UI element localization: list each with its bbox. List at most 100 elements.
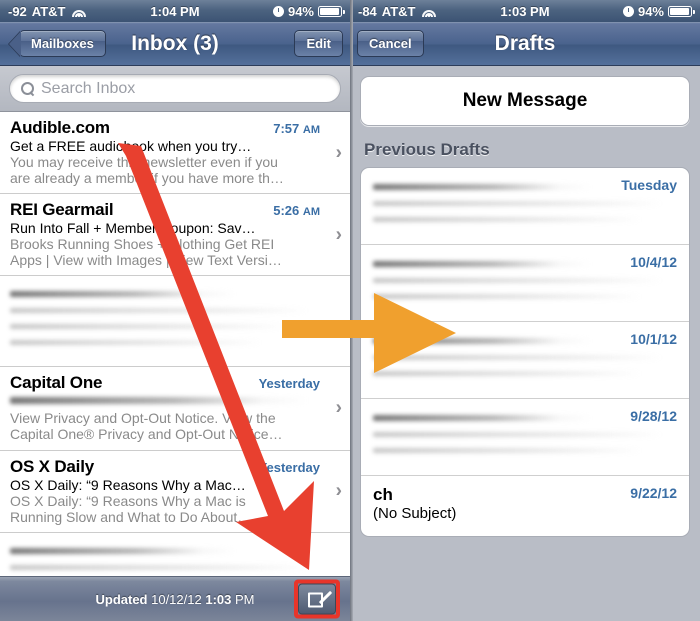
compose-button-highlight [294,579,340,619]
carrier-label: AT&T [31,3,66,19]
updated-time: 1:03 [205,591,232,607]
draft-date: 9/22/12 [630,485,677,501]
redacted-line [10,291,237,298]
clock-icon [622,5,634,17]
draft-subject: (No Subject) [373,505,457,522]
inbox-message-list[interactable]: Audible.com 7:57 AM Get a FREE audiobook… [0,112,350,611]
redacted-line [373,278,662,283]
redacted-line [373,338,592,344]
list-item[interactable]: 10/4/12 [361,245,689,322]
redacted-line [10,564,309,570]
message-subject: OS X Daily: “9 Reasons Why a Mac… [10,476,246,493]
message-ampm: AM [302,206,320,219]
redacted-line [373,448,641,453]
list-item[interactable]: 10/1/12 [361,322,689,399]
list-item[interactable]: Tuesday [361,168,689,245]
list-item[interactable]: Audible.com 7:57 AM Get a FREE audiobook… [0,112,350,195]
draft-date: 10/4/12 [630,254,677,270]
draft-date: 9/28/12 [630,408,677,424]
battery-icon [668,5,695,17]
cancel-button[interactable]: Cancel [357,30,424,57]
updated-date: 10/12/12 [151,591,202,607]
sender-name: Audible.com [10,118,110,137]
sender-name: REI Gearmail [10,200,114,220]
redacted-line [373,217,641,222]
redacted-line [10,340,262,346]
message-preview-line2: Capital One® Privacy and Opt-Out Notice… [10,426,283,443]
drafts-list[interactable]: Tuesday 10/4/12 10/1/12 9/28/12 9/22/12 … [360,167,690,537]
battery-icon [318,5,345,17]
redacted-line [10,397,309,405]
list-item[interactable]: REI Gearmail 5:26 AM Run Into Fall + Mem… [0,194,350,277]
list-item[interactable]: 9/22/12 ch (No Subject) [361,476,689,536]
redacted-line [373,261,592,267]
status-left-group: -92 AT&T [8,4,87,19]
message-subject: Get a FREE audiobook when you try… [10,138,252,154]
signal-strength-label: -84 [358,3,377,19]
message-date: Yesterday [259,376,324,391]
message-preview-line1: OS X Daily: “9 Reasons Why a Mac is [10,492,246,509]
mailboxes-back-button[interactable]: Mailboxes [19,30,106,57]
search-icon [21,82,34,95]
list-item[interactable] [0,276,350,368]
message-preview-line1: Brooks Running Shoes + Clothing Get REI [10,236,275,253]
new-message-button[interactable]: New Message [360,76,690,126]
signal-strength-label: -92 [8,3,27,19]
redacted-line [373,355,662,360]
status-bar-right: -84 AT&T 1:03 PM 94% [350,0,700,22]
redacted-line [373,201,662,206]
redacted-line [373,432,662,437]
redacted-line [10,547,237,554]
compose-button[interactable] [298,583,336,615]
nav-bar-inbox: Mailboxes Inbox (3) Edit [0,22,350,66]
redacted-line [10,324,287,330]
wifi-icon [421,5,437,17]
status-left-group: -84 AT&T [358,4,437,19]
message-preview-line2: Apps | View with Images | View Text Vers… [10,252,282,269]
message-date: 5:26 AM [273,203,324,218]
draft-date: 10/1/12 [630,331,677,347]
redacted-line [373,294,641,299]
sender-name: Capital One [10,373,103,393]
search-bar-container: Search Inbox [0,66,350,112]
screenshot-stage: -92 AT&T 1:04 PM 94% Mailboxes Inbox (3)… [0,0,700,621]
sender-name: OS X Daily [10,456,94,476]
chevron-right-icon: › [335,142,342,164]
inbox-panel: -92 AT&T 1:04 PM 94% Mailboxes Inbox (3)… [0,0,350,621]
clock-icon [272,5,284,17]
message-time: Yesterday [258,376,320,392]
message-preview-line1: You may receive this newsletter even if … [10,154,278,170]
edit-button[interactable]: Edit [294,30,343,57]
chevron-right-icon: › [335,224,342,246]
status-bar-left: -92 AT&T 1:04 PM 94% [0,0,350,22]
inbox-bottom-toolbar: Updated 10/12/12 1:03 PM [0,576,350,621]
message-preview-line1: View Privacy and Opt-Out Notice. View th… [10,410,276,427]
redacted-line [373,371,641,376]
battery-percent-label: 94% [637,3,664,19]
message-time: 5:26 [273,203,300,219]
list-item[interactable]: OS X Daily Yesterday OS X Daily: “9 Reas… [0,450,350,533]
chevron-right-icon: › [335,480,342,502]
battery-percent-label: 94% [287,3,314,19]
status-right-group: 94% [272,3,345,19]
previous-drafts-header: Previous Drafts [364,140,490,159]
updated-status: Updated 10/12/12 1:03 PM [95,592,254,607]
nav-bar-drafts: Cancel Drafts [350,22,700,66]
list-item[interactable]: 9/28/12 [361,399,689,476]
message-time: 7:57 [273,121,300,136]
message-ampm: AM [302,124,320,136]
list-item[interactable]: Capital One Yesterday View Privacy and O… [0,367,350,451]
message-preview-line2: Running Slow and What to Do About… [10,508,252,525]
updated-label: Updated [95,591,148,607]
message-date: 7:57 AM [273,121,324,136]
status-right-group: 94% [622,3,695,19]
drafts-panel: -84 AT&T 1:03 PM 94% Cancel Drafts New M… [350,0,700,621]
search-input[interactable]: Search Inbox [9,74,341,103]
message-subject: Run Into Fall + Member Coupon: Sav… [10,220,256,237]
draft-date: Tuesday [621,177,677,193]
search-placeholder: Search Inbox [41,79,136,97]
drafts-body: New Message Previous Drafts Tuesday 10/4… [350,66,700,537]
updated-ampm: PM [235,591,255,607]
redacted-line [373,415,592,421]
message-preview-line2: are already a member if you have more th… [10,170,284,187]
